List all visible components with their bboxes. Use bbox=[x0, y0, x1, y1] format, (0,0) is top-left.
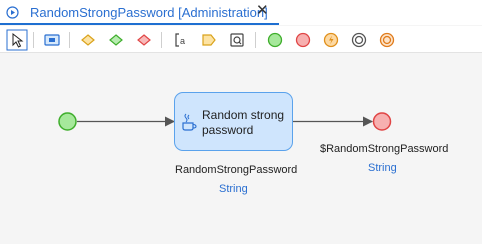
svg-text:a: a bbox=[180, 36, 185, 46]
end-event-button[interactable] bbox=[292, 29, 314, 51]
label-tag-icon bbox=[202, 34, 216, 46]
decision-button[interactable] bbox=[77, 29, 99, 51]
loop-label-button[interactable] bbox=[198, 29, 220, 51]
pointer-tool-button[interactable] bbox=[6, 29, 28, 51]
toolbar-separator bbox=[33, 32, 34, 48]
start-event-button[interactable] bbox=[264, 29, 286, 51]
merge-button[interactable] bbox=[133, 29, 155, 51]
annotation-icon: a bbox=[175, 33, 185, 47]
end-event[interactable] bbox=[372, 112, 392, 131]
start-event-icon bbox=[267, 32, 283, 48]
merge-diamond-icon bbox=[137, 34, 151, 46]
tab-title: RandomStrongPassword [Administration] bbox=[30, 5, 268, 20]
error-event-icon bbox=[323, 32, 339, 48]
toolbar-separator bbox=[161, 32, 162, 48]
activity-label: Random strong password bbox=[202, 108, 285, 137]
output-variable-name: RandomStrongPassword bbox=[175, 164, 298, 176]
parameter-button[interactable] bbox=[41, 29, 63, 51]
return-value-expression: $RandomStrongPassword bbox=[320, 143, 449, 155]
object-type-decision-button[interactable] bbox=[105, 29, 127, 51]
error-event-button[interactable] bbox=[320, 29, 342, 51]
microflow-icon bbox=[6, 6, 19, 19]
microflow-canvas[interactable]: Random strong password RandomStrongPassw… bbox=[0, 54, 482, 244]
end-event-icon bbox=[295, 32, 311, 48]
parameter-icon bbox=[44, 34, 60, 46]
start-event[interactable] bbox=[58, 112, 77, 131]
pointer-icon bbox=[6, 29, 28, 51]
return-value-type: String bbox=[368, 162, 397, 174]
break-event-button[interactable] bbox=[348, 29, 370, 51]
continue-event-icon bbox=[379, 32, 395, 48]
loop-button[interactable] bbox=[226, 29, 248, 51]
java-coffee-cup-icon bbox=[181, 112, 197, 132]
toolbar: a bbox=[0, 26, 482, 53]
output-variable-type: String bbox=[219, 183, 248, 195]
loop-icon bbox=[230, 33, 244, 47]
object-type-decision-icon bbox=[109, 34, 123, 46]
continue-event-button[interactable] bbox=[376, 29, 398, 51]
decision-diamond-icon bbox=[81, 34, 95, 46]
break-event-icon bbox=[351, 32, 367, 48]
toolbar-separator bbox=[69, 32, 70, 48]
tab-random-strong-password[interactable]: RandomStrongPassword [Administration] ✕ bbox=[0, 0, 279, 25]
java-action-activity[interactable]: Random strong password bbox=[174, 92, 293, 151]
tab-bar: RandomStrongPassword [Administration] ✕ bbox=[0, 0, 482, 25]
close-icon[interactable]: ✕ bbox=[256, 3, 269, 19]
toolbar-separator bbox=[255, 32, 256, 48]
annotation-button[interactable]: a bbox=[171, 29, 193, 51]
